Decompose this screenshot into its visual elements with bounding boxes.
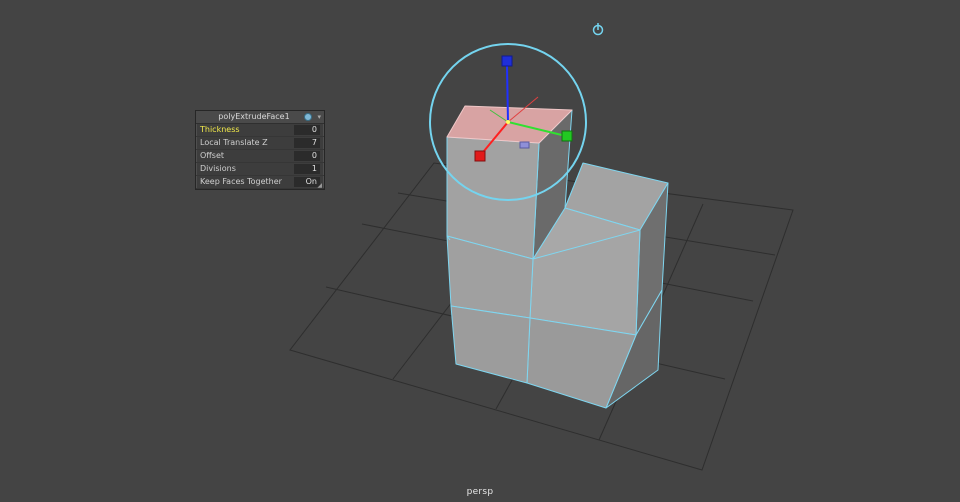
scene-view[interactable] [0,0,960,502]
attr-label: Keep Faces Together [200,177,282,186]
resize-grip-icon[interactable]: ◢ [317,182,322,189]
attr-value-field[interactable]: 7 [294,138,320,148]
menu-arrow-icon[interactable]: ▾ [317,111,321,123]
extrude-attributes-panel[interactable]: polyExtrudeFace1 ▾ Thickness 0 Local Tra… [195,110,325,190]
attr-row-offset[interactable]: Offset 0 [196,150,324,163]
attr-row-thickness[interactable]: Thickness 0 [196,124,324,137]
z-axis-handle [506,65,509,123]
attr-label: Divisions [200,164,236,173]
attr-row-divisions[interactable]: Divisions 1 [196,163,324,176]
attr-row-keep-faces-together[interactable]: Keep Faces Together On [196,176,324,189]
attr-label: Thickness [200,125,240,134]
plane-handle [519,141,530,149]
info-icon[interactable] [304,113,312,121]
panel-title-bar[interactable]: polyExtrudeFace1 ▾ [196,111,324,124]
attr-label: Local Translate Z [200,138,268,147]
camera-label: persp [466,487,494,497]
attr-value-field[interactable]: On [294,177,320,187]
attr-value-field[interactable]: 0 [294,125,320,135]
attr-label: Offset [200,151,225,160]
mesh-column-front-face-3 [450,305,531,384]
3d-viewport[interactable]: persp [0,0,960,502]
pivot-icon[interactable] [591,21,605,37]
attr-value-field[interactable]: 0 [294,151,320,161]
panel-title: polyExtrudeFace1 [218,112,290,121]
attr-row-local-translate-z[interactable]: Local Translate Z 7 [196,137,324,150]
attr-value-field[interactable]: 1 [294,164,320,174]
